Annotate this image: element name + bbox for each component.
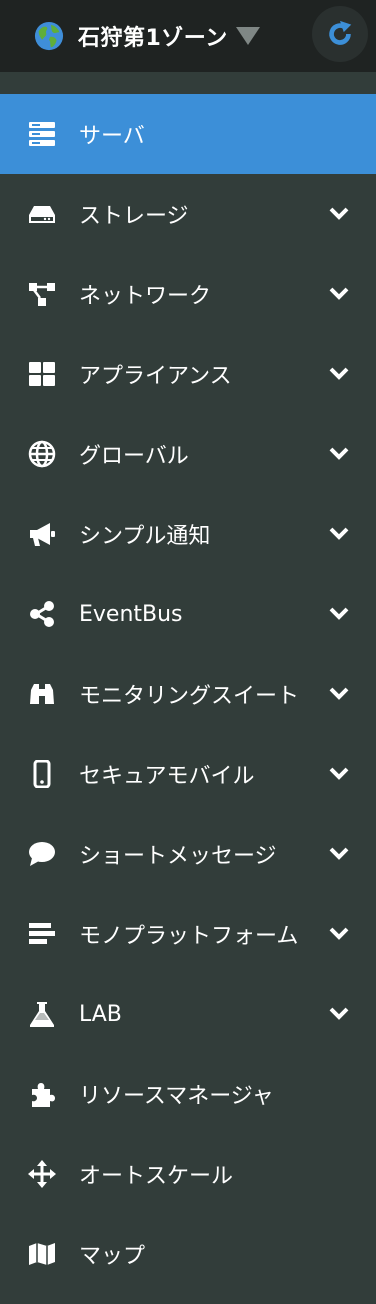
menu-item-label: ネットワーク <box>79 284 212 309</box>
menu-item-label: ショートメッセージ <box>79 844 277 869</box>
chevron-down-icon[interactable] <box>328 366 350 382</box>
binoculars-icon <box>28 680 56 708</box>
menu-item-label: セキュアモバイル <box>79 764 255 789</box>
menu-item-label: マップ <box>79 1244 146 1269</box>
menu-item-simple-notification[interactable]: シンプル通知 <box>0 494 376 574</box>
menu-item-network[interactable]: ネットワーク <box>0 254 376 334</box>
menu-item-label: グローバル <box>79 444 189 469</box>
globe-grid-icon <box>28 440 56 468</box>
menu-item-short-message[interactable]: ショートメッセージ <box>0 814 376 894</box>
chevron-down-icon[interactable] <box>328 446 350 462</box>
comment-icon <box>28 840 56 868</box>
menu-item-global[interactable]: グローバル <box>0 414 376 494</box>
hdd-icon <box>28 200 56 228</box>
menu-spacer <box>0 72 376 94</box>
flask-icon <box>28 1000 56 1028</box>
menu-item-autoscale[interactable]: オートスケール <box>0 1134 376 1214</box>
puzzle-icon <box>28 1080 56 1108</box>
chevron-down-icon[interactable] <box>328 206 350 222</box>
menu-item-storage[interactable]: ストレージ <box>0 174 376 254</box>
chevron-down-icon[interactable] <box>328 926 350 942</box>
menu-item-label: モノプラットフォーム <box>79 924 299 949</box>
chevron-down-icon[interactable] <box>328 686 350 702</box>
chevron-down-icon[interactable] <box>328 606 350 622</box>
zone-selector[interactable]: 石狩第1ゾーン <box>34 20 260 52</box>
menu-item-mono-platform[interactable]: モノプラットフォーム <box>0 894 376 974</box>
refresh-button[interactable] <box>312 6 368 62</box>
map-icon <box>28 1240 56 1268</box>
layers-icon <box>28 920 56 948</box>
menu-item-label: EventBus <box>79 601 183 627</box>
menu-item-label: リソースマネージャ <box>79 1084 274 1109</box>
menu-item-secure-mobile[interactable]: セキュアモバイル <box>0 734 376 814</box>
mobile-icon <box>28 760 56 788</box>
menu-item-appliance[interactable]: アプライアンス <box>0 334 376 414</box>
menu-item-resource-manager[interactable]: リソースマネージャ <box>0 1054 376 1134</box>
menu-item-eventbus[interactable]: EventBus <box>0 574 376 654</box>
menu-item-label: アプライアンス <box>79 364 232 389</box>
menu-item-map[interactable]: マップ <box>0 1214 376 1294</box>
menu-item-label: LAB <box>79 1001 122 1027</box>
menu-item-server[interactable]: サーバ <box>0 94 376 174</box>
th-large-icon <box>28 360 56 388</box>
chevron-down-icon[interactable] <box>328 526 350 542</box>
sidebar-menu: サーバ ストレージ ネットワーク アプライアンス グローバル シンプル通知 Ev… <box>0 94 376 1294</box>
menu-item-label: ストレージ <box>79 204 189 229</box>
menu-item-label: オートスケール <box>79 1164 234 1189</box>
menu-item-label: サーバ <box>79 124 145 149</box>
menu-item-lab[interactable]: LAB <box>0 974 376 1054</box>
chevron-down-icon[interactable] <box>328 1006 350 1022</box>
chevron-down-icon[interactable] <box>328 286 350 302</box>
server-icon <box>28 120 56 148</box>
zone-name: 石狩第1ゾーン <box>78 26 228 51</box>
caret-down-icon <box>235 27 260 45</box>
menu-item-label: シンプル通知 <box>79 524 211 549</box>
network-icon <box>28 280 56 308</box>
top-bar: 石狩第1ゾーン <box>0 0 376 72</box>
chevron-down-icon[interactable] <box>328 766 350 782</box>
share-alt-icon <box>28 600 56 628</box>
arrows-icon <box>28 1160 56 1188</box>
chevron-down-icon[interactable] <box>328 846 350 862</box>
globe-icon <box>34 21 64 51</box>
refresh-icon <box>329 20 352 45</box>
bullhorn-icon <box>28 520 56 548</box>
menu-item-monitoring-suite[interactable]: モニタリングスイート <box>0 654 376 734</box>
menu-item-label: モニタリングスイート <box>79 684 300 709</box>
